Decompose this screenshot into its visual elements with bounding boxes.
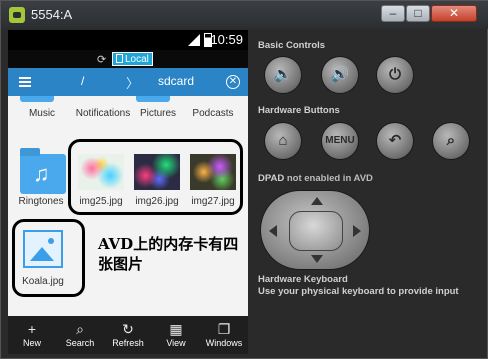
windows-label: Windows (205, 338, 243, 348)
new-button[interactable]: + New (8, 320, 56, 348)
refresh-icon: ↻ (122, 321, 134, 337)
keyboard-heading: Hardware Keyboard (258, 274, 348, 285)
dpad-note: not enabled in AVD (286, 173, 373, 184)
app-bar: / 〉 sdcard ✕ (8, 68, 248, 96)
controls-panel: Basic Controls 🔈 🔊 ⏻ Hardware Buttons ⌂ … (250, 30, 486, 354)
signal-icon (188, 34, 200, 46)
menu-icon: MENU (325, 135, 355, 146)
hamburger-menu-icon[interactable] (19, 77, 31, 87)
breadcrumb-current[interactable]: sdcard (158, 74, 194, 88)
dpad-heading: DPAD not enabled in AVD (258, 173, 373, 184)
windows-button[interactable]: ❐ Windows (200, 320, 248, 348)
bottom-action-bar: + New ⌕ Search ↻ Refresh ▦ View ❐ Window… (8, 316, 248, 354)
folder-notifications[interactable]: Notifications (73, 108, 133, 120)
home-icon: ⌂ (278, 132, 288, 149)
folder-label: Music (28, 108, 56, 119)
music-note-icon: ♫ (33, 161, 50, 186)
keyboard-note: Use your physical keyboard to provide in… (258, 286, 459, 297)
annotation-text: AVD上的内存卡有四张图片 (98, 235, 239, 273)
refresh-label: Refresh (112, 338, 144, 348)
dpad-down-icon[interactable] (311, 255, 323, 263)
folder-label: Pictures (139, 108, 177, 119)
home-button[interactable]: ⌂ (264, 122, 302, 160)
back-icon: ↶ (388, 132, 402, 149)
volume-up-button[interactable]: 🔊 (321, 56, 359, 94)
file-label: Ringtones (18, 196, 64, 207)
refresh-button[interactable]: ↻ Refresh (104, 320, 152, 348)
dpad-up-icon[interactable] (311, 197, 323, 205)
window-title: 5554:A (31, 7, 73, 22)
annotation-box-koala (12, 219, 85, 297)
minimize-button[interactable]: – (381, 5, 405, 22)
folder-music[interactable]: Music (15, 108, 69, 120)
view-button[interactable]: ▦ View (152, 320, 200, 348)
search-label: Search (65, 338, 95, 348)
folder-icon[interactable]: ♫ (20, 148, 66, 194)
basic-controls-heading: Basic Controls (258, 40, 326, 51)
folder-ringtones[interactable]: Ringtones (14, 196, 68, 208)
volume-down-button[interactable]: 🔈 (264, 56, 302, 94)
dpad-right-icon[interactable] (353, 225, 361, 237)
grid-icon: ▦ (169, 321, 183, 337)
folder-icon (20, 96, 54, 102)
hardware-search-button[interactable]: ⌕ (432, 122, 470, 160)
hardware-buttons-heading: Hardware Buttons (258, 105, 340, 116)
view-label: View (166, 338, 186, 348)
folder-label: Podcasts (192, 108, 234, 119)
tab-local[interactable]: Local (112, 52, 153, 66)
maximize-button[interactable]: □ (406, 5, 430, 22)
status-bar: 10:59 (8, 30, 248, 50)
tab-local-label: Local (125, 54, 149, 65)
search-icon: ⌕ (446, 132, 456, 149)
annotation-box-images (68, 139, 243, 215)
volume-down-icon: 🔈 (273, 66, 293, 83)
folder-icon (136, 96, 170, 102)
plus-icon: + (27, 321, 37, 337)
breadcrumb-root[interactable]: / (81, 74, 84, 88)
dpad-title: DPAD (258, 173, 285, 184)
dpad[interactable] (260, 190, 370, 270)
volume-up-icon: 🔊 (330, 66, 350, 83)
power-button[interactable]: ⏻ (376, 56, 414, 94)
status-time: 10:59 (210, 32, 243, 47)
folder-label: Notifications (75, 108, 131, 119)
windows-icon: ❐ (217, 321, 231, 337)
breadcrumb-separator: 〉 (126, 76, 140, 91)
back-button[interactable]: ↶ (376, 122, 414, 160)
folder-pictures[interactable]: Pictures (131, 108, 185, 120)
dpad-center-button[interactable] (289, 211, 343, 251)
dpad-left-icon[interactable] (269, 225, 277, 237)
phone-icon (116, 54, 123, 63)
close-window-button[interactable]: ✕ (431, 5, 477, 22)
folder-podcasts[interactable]: Podcasts (186, 108, 240, 120)
close-path-icon[interactable]: ✕ (226, 75, 240, 89)
new-label: New (22, 338, 41, 348)
emulator-window: 5554:A – □ ✕ 10:59 ⟳ Local / 〉 sdcard ✕ (0, 0, 488, 359)
power-icon: ⏻ (389, 66, 401, 83)
location-tabs: ⟳ Local (8, 50, 248, 68)
search-icon: ⌕ (76, 321, 84, 337)
sync-icon[interactable]: ⟳ (97, 53, 106, 66)
android-icon (9, 7, 25, 23)
title-bar[interactable]: 5554:A – □ ✕ (1, 1, 488, 29)
menu-button[interactable]: MENU (321, 122, 359, 160)
search-button[interactable]: ⌕ Search (56, 320, 104, 348)
